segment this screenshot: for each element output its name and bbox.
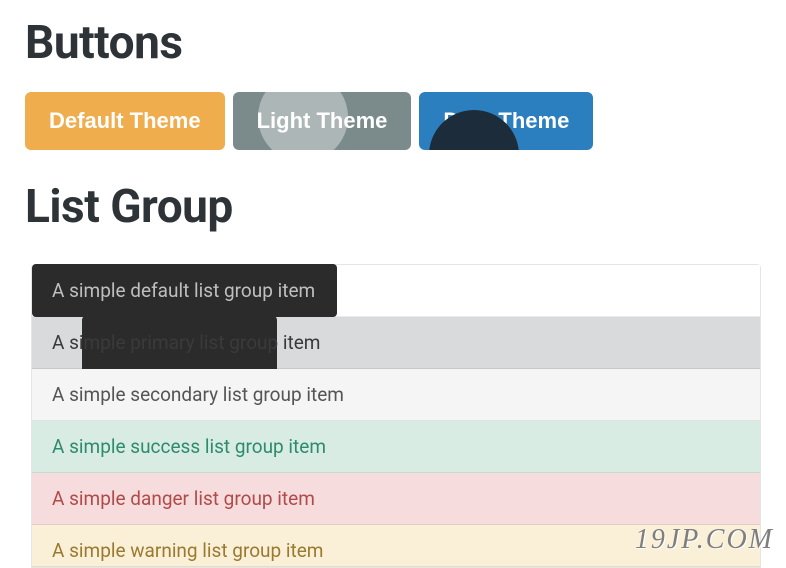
list-item-danger[interactable]: A simple danger list group item (32, 473, 760, 525)
dark-theme-label: Dark Theme (443, 108, 569, 133)
buttons-heading: Buttons (25, 16, 761, 70)
default-theme-label: Default Theme (49, 108, 201, 133)
light-theme-button[interactable]: Light Theme (233, 92, 412, 150)
list-item-label: A simple success list group item (52, 435, 326, 458)
theme-button-row: Default Theme Light Theme Dark Theme (25, 92, 761, 150)
list-item-primary[interactable]: A simple primary list group item (32, 317, 760, 369)
default-theme-button[interactable]: Default Theme (25, 92, 225, 150)
light-theme-label: Light Theme (257, 108, 388, 133)
list-item-label: A simple danger list group item (52, 487, 315, 510)
list-group: A simple default list group item A simpl… (31, 264, 761, 568)
list-item-label: A simple secondary list group item (52, 383, 344, 406)
list-item-default[interactable]: A simple default list group item (32, 265, 760, 317)
dark-theme-button[interactable]: Dark Theme (419, 92, 593, 150)
list-item-warning[interactable]: A simple warning list group item (32, 525, 760, 567)
listgroup-heading: List Group (25, 180, 761, 234)
list-item-label: A simple primary list group item (52, 331, 320, 354)
list-item-label: A simple warning list group item (52, 539, 323, 562)
list-item-label: A simple default list group item (52, 279, 315, 302)
list-item-secondary[interactable]: A simple secondary list group item (32, 369, 760, 421)
list-item-success[interactable]: A simple success list group item (32, 421, 760, 473)
